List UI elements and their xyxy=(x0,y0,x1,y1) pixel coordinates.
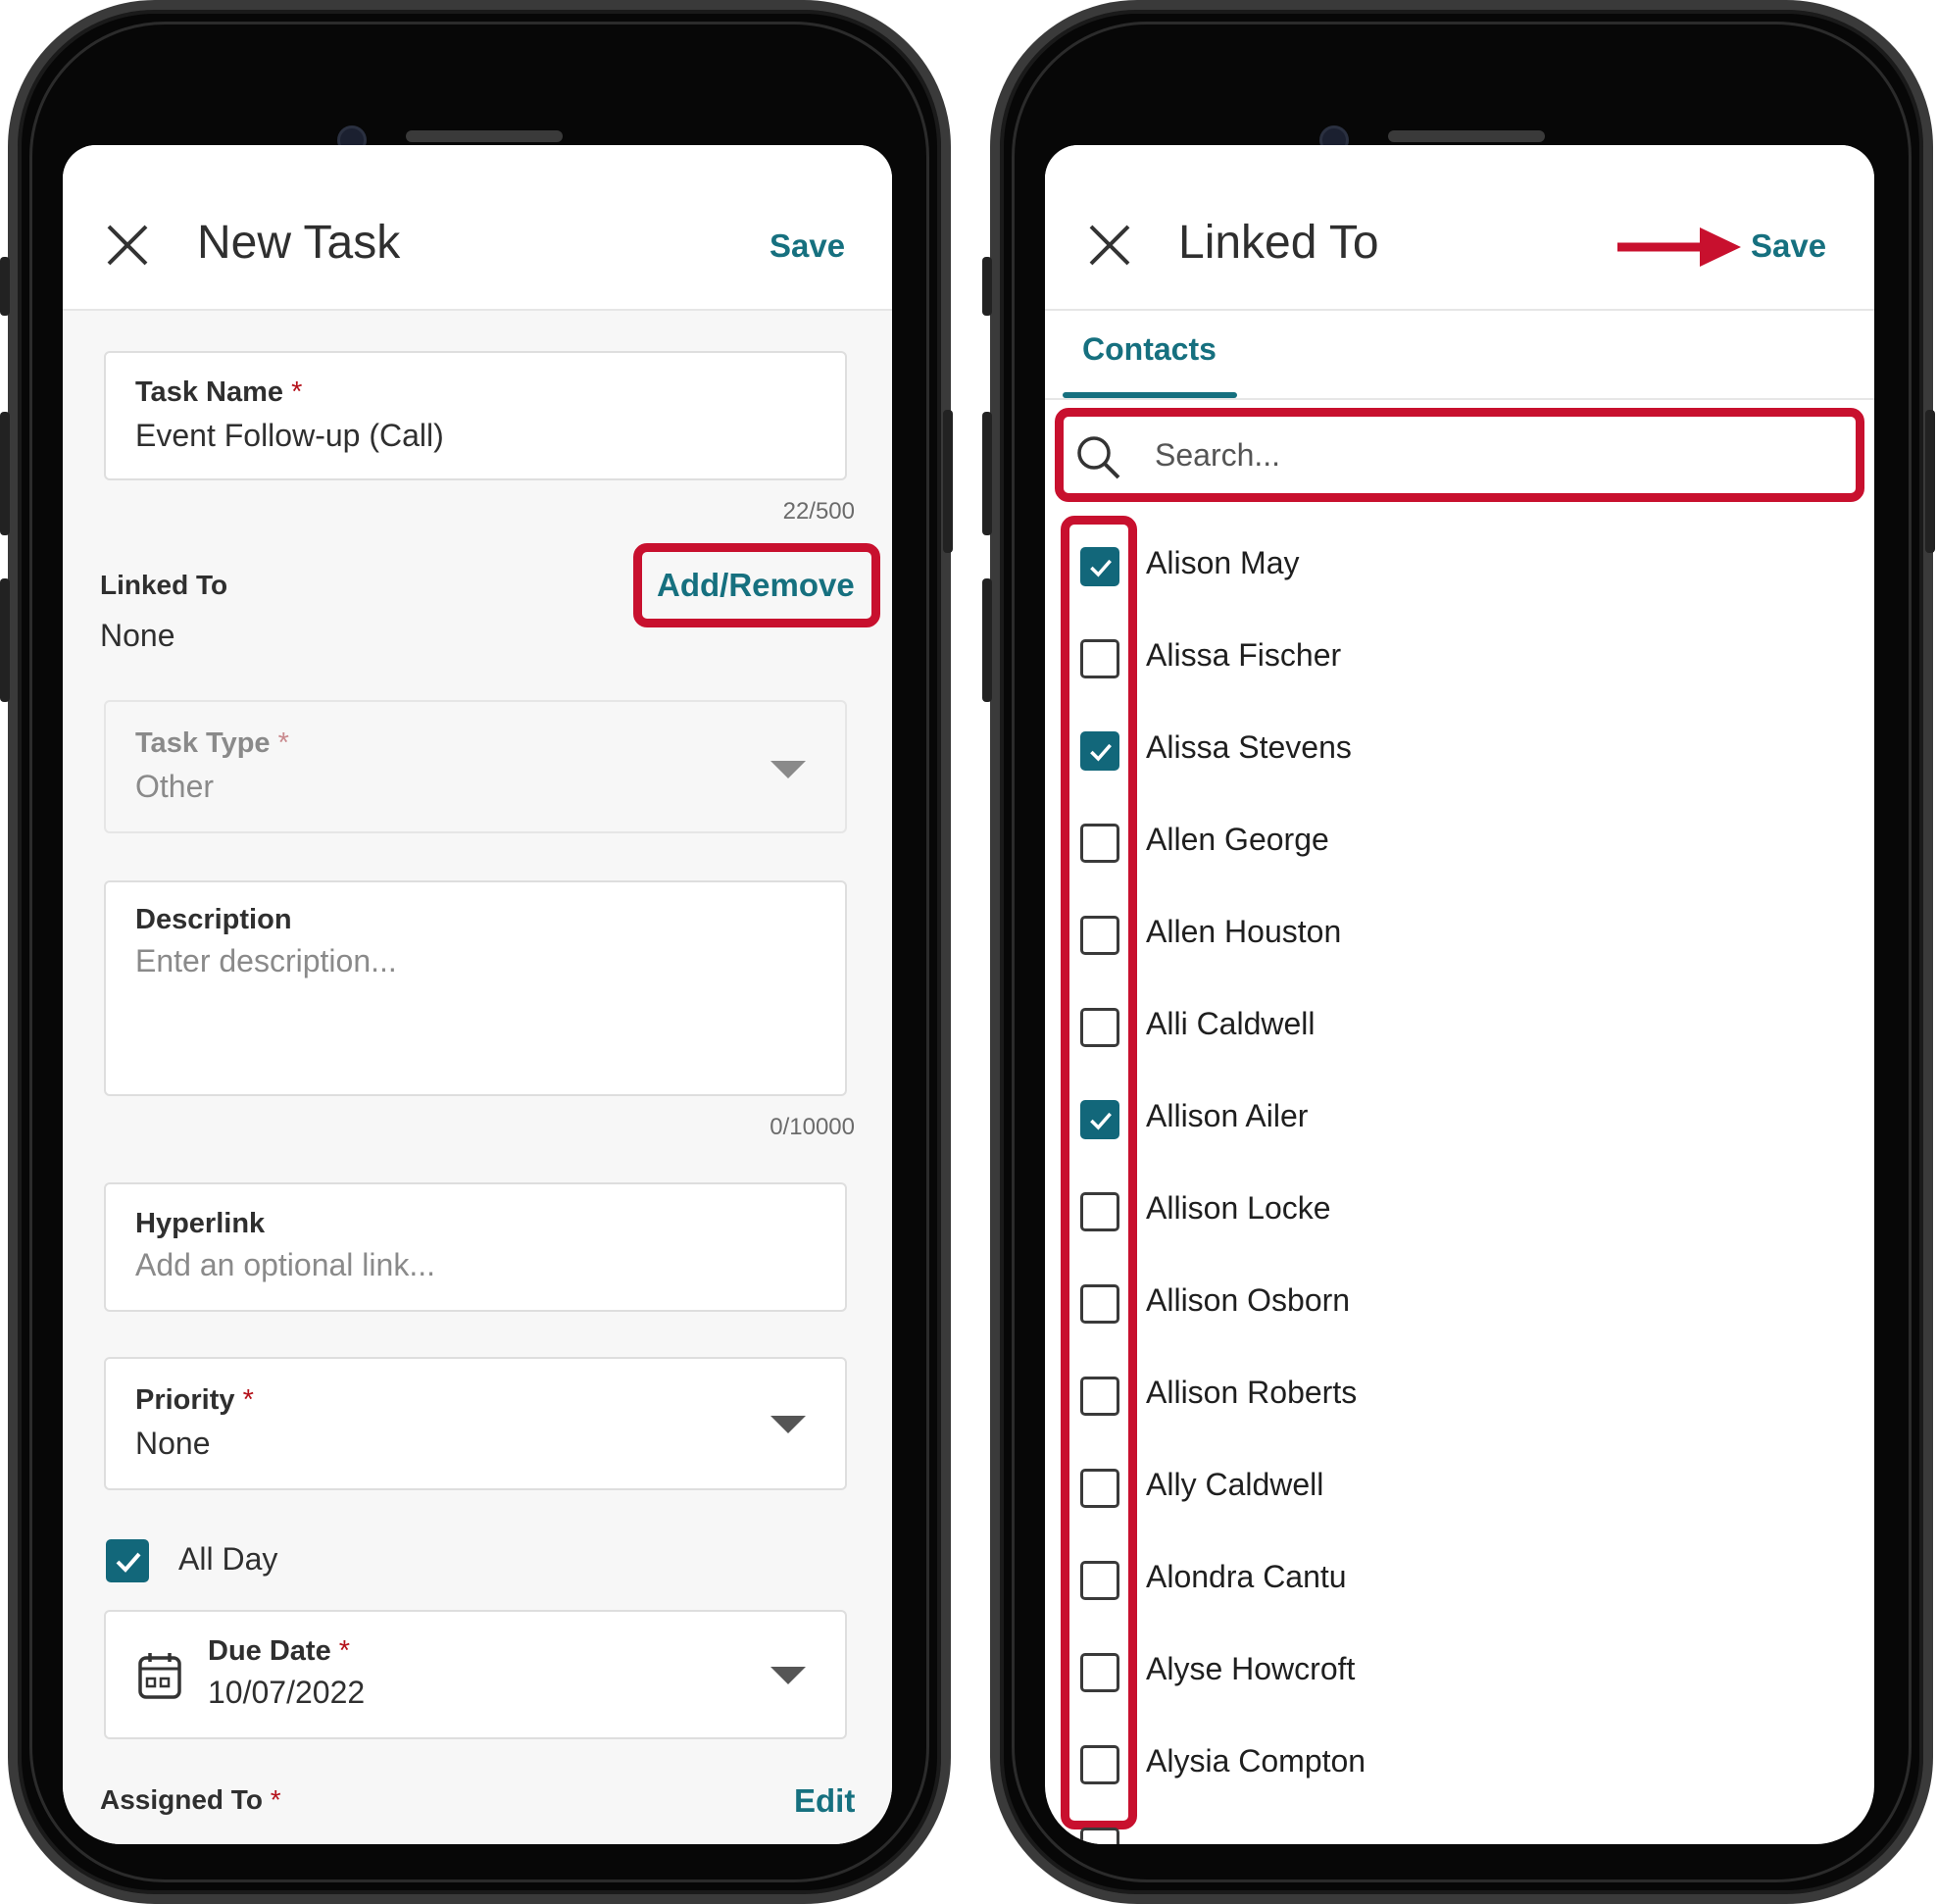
list-item[interactable]: Alissa Stevens xyxy=(1045,712,1874,790)
contact-name: Alissa Fischer xyxy=(1146,637,1342,673)
linked-to-value: None xyxy=(100,618,175,653)
list-item[interactable]: Alli Caldwell xyxy=(1045,988,1874,1067)
contact-name: Alondra Cantu xyxy=(1146,1559,1347,1594)
hyperlink-field[interactable]: Hyperlink Add an optional link... xyxy=(104,1182,847,1312)
assigned-to-label: Assigned To * xyxy=(100,1784,281,1815)
annotation-highlight-box xyxy=(633,543,880,627)
chevron-down-icon xyxy=(770,761,806,778)
page-title: Linked To xyxy=(1178,217,1379,269)
list-item[interactable]: Allen Houston xyxy=(1045,896,1874,975)
contact-name: Ally Caldwell xyxy=(1146,1467,1324,1502)
all-day-checkbox[interactable] xyxy=(106,1539,149,1582)
phone-side-button xyxy=(943,410,953,553)
phone-side-button xyxy=(982,412,992,535)
description-counter: 0/10000 xyxy=(770,1114,855,1140)
contact-name: Allison Roberts xyxy=(1146,1375,1358,1410)
list-item[interactable]: Allison Roberts xyxy=(1045,1357,1874,1435)
contact-name: Allison Ailer xyxy=(1146,1098,1309,1133)
contact-checkbox[interactable] xyxy=(1080,1828,1119,1844)
due-date-label: Due Date * xyxy=(208,1635,351,1667)
tab-contacts[interactable]: Contacts xyxy=(1082,331,1217,368)
description-placeholder: Enter description... xyxy=(135,943,397,978)
contact-name: Allison Osborn xyxy=(1146,1282,1351,1318)
contact-name: Alli Caldwell xyxy=(1146,1006,1316,1041)
arrow-right-icon xyxy=(1617,227,1741,267)
list-item[interactable]: Alison May xyxy=(1045,527,1874,606)
list-item[interactable]: Allison Ailer xyxy=(1045,1080,1874,1159)
tab-divider xyxy=(1045,398,1874,400)
linked-to-label: Linked To xyxy=(100,570,228,600)
close-icon[interactable] xyxy=(106,224,149,267)
hyperlink-label: Hyperlink xyxy=(135,1208,266,1239)
due-date-select[interactable]: Due Date * 10/07/2022 xyxy=(104,1610,847,1739)
contact-name: Alyse Howcroft xyxy=(1146,1651,1356,1686)
list-item[interactable]: Allen George xyxy=(1045,804,1874,882)
save-button[interactable]: Save xyxy=(770,227,845,265)
task-type-select[interactable]: Task Type * Other xyxy=(104,700,847,833)
task-name-label: Task Name * xyxy=(135,376,303,408)
task-type-value: Other xyxy=(135,769,215,804)
task-type-label: Task Type * xyxy=(135,727,289,759)
hyperlink-placeholder: Add an optional link... xyxy=(135,1247,435,1282)
speaker-grille xyxy=(1388,130,1545,142)
new-task-screen: New Task Save Task Name * Event Follow-u… xyxy=(63,145,892,1844)
contact-name: Alissa Stevens xyxy=(1146,729,1352,765)
list-item[interactable]: Allison Locke xyxy=(1045,1173,1874,1251)
phone-side-button xyxy=(982,578,992,702)
phone-side-button xyxy=(982,257,992,316)
close-icon[interactable] xyxy=(1088,224,1131,267)
checkmark-icon xyxy=(116,1552,141,1573)
edit-assigned-button[interactable]: Edit xyxy=(794,1782,855,1820)
description-field[interactable]: Description Enter description... xyxy=(104,880,847,1096)
chevron-down-icon xyxy=(770,1416,806,1433)
contact-name: Allen George xyxy=(1146,822,1329,857)
phone-side-button xyxy=(0,257,10,316)
phone-side-button xyxy=(1925,410,1935,553)
phone-side-button xyxy=(0,412,10,535)
task-name-counter: 22/500 xyxy=(782,498,855,525)
list-item[interactable]: Alysia Compton xyxy=(1045,1726,1874,1804)
list-item[interactable]: Alondra Cantu xyxy=(1045,1541,1874,1620)
save-button[interactable]: Save xyxy=(1751,227,1826,265)
app-header: New Task Save xyxy=(63,145,892,311)
speaker-grille xyxy=(406,130,563,142)
contact-name: Alison May xyxy=(1146,545,1300,580)
priority-value: None xyxy=(135,1426,211,1461)
task-name-field[interactable]: Task Name * Event Follow-up (Call) xyxy=(104,351,847,480)
phone-side-button xyxy=(0,578,10,702)
all-day-label: All Day xyxy=(178,1541,278,1577)
page-title: New Task xyxy=(197,217,401,269)
chevron-down-icon xyxy=(770,1667,806,1684)
app-header: Linked To Save xyxy=(1045,145,1874,311)
priority-select[interactable]: Priority * None xyxy=(104,1357,847,1490)
list-item[interactable]: Alissa Fischer xyxy=(1045,620,1874,698)
calendar-icon xyxy=(138,1653,181,1699)
annotation-highlight-box xyxy=(1055,408,1864,502)
description-label: Description xyxy=(135,904,292,935)
list-item[interactable]: Ally Caldwell xyxy=(1045,1449,1874,1528)
priority-label: Priority * xyxy=(135,1384,254,1416)
linked-to-screen: Linked To Save Contacts Search... Alison… xyxy=(1045,145,1874,1844)
contact-name: Allen Houston xyxy=(1146,914,1342,949)
list-item[interactable]: Allison Osborn xyxy=(1045,1265,1874,1343)
due-date-value: 10/07/2022 xyxy=(208,1675,366,1710)
annotation-highlight-box xyxy=(1061,516,1137,1829)
contact-name: Alysia Compton xyxy=(1146,1743,1366,1779)
task-name-value[interactable]: Event Follow-up (Call) xyxy=(135,418,444,454)
contact-name: Allison Locke xyxy=(1146,1190,1331,1226)
list-item[interactable]: Alyse Howcroft xyxy=(1045,1633,1874,1712)
